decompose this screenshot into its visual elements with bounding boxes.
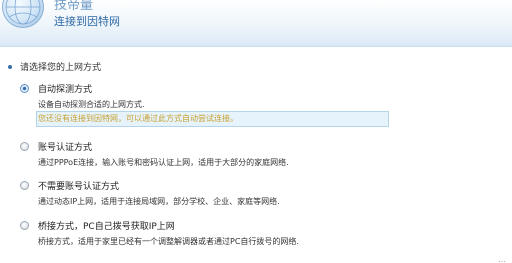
network-setup-window: 技帝量 连接到因特网 请选择您的上网方式 自动探测方式 设备自动探测合适的上网方… [0,0,512,263]
option-dynamic-ip-description: 通过动态IP上网，适用于连接局域网，部分学校、企业、家庭等网络. [38,197,280,206]
option-auto-detect-title[interactable]: 自动探测方式 [38,82,92,95]
footer-partial-text: … [498,255,506,263]
option-bridge-description: 桥接方式，适用于家里已经有一个调整解调器或者通过PC自行拨号的网络. [38,237,299,246]
option-dynamic-ip-title[interactable]: 不需要账号认证方式 [38,179,119,192]
option-pppoe-title[interactable]: 账号认证方式 [38,140,92,153]
header-title: 技帝量 [54,0,94,13]
radio-bridge[interactable] [20,221,29,230]
header-banner: 技帝量 连接到因特网 [0,0,512,47]
radio-pppoe[interactable] [20,142,29,151]
option-auto-detect-description: 设备自动探测合适的上网方式. [38,100,145,109]
header-subtitle: 连接到因特网 [54,15,120,28]
bullet-icon [8,64,12,69]
warning-text: 您还没有连接到因特网，可以通过此方式自动尝试连接。 [38,114,238,123]
radio-dynamic-ip[interactable] [20,181,29,190]
radio-auto-detect[interactable] [20,84,29,93]
option-bridge-title[interactable]: 桥接方式，PC自己拨号获取IP上网 [38,219,175,232]
globe-icon [2,0,44,28]
choose-method-prompt: 请选择您的上网方式 [8,60,101,73]
prompt-text: 请选择您的上网方式 [20,63,102,73]
option-pppoe-description: 通过PPPoE连接，输入账号和密码认证上网，适用于大部分的家庭网络. [38,158,289,167]
